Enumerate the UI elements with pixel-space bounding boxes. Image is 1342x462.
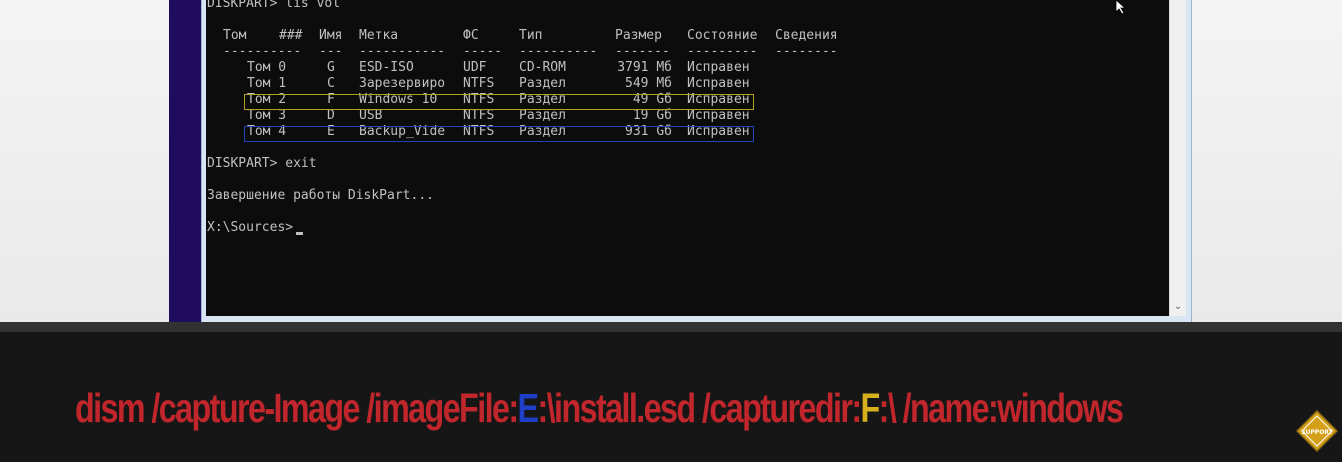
volume-tom: Том 0 xyxy=(247,60,287,75)
volume-tom: Том 3 xyxy=(247,108,287,123)
desktop-background-left xyxy=(0,0,170,322)
header-tom: Том xyxy=(223,28,247,43)
header-status: Состояние xyxy=(687,28,758,43)
command-part-3: :\ /name:windows xyxy=(878,385,1124,431)
separator-label: ----------- xyxy=(359,44,446,59)
volume-fs: NTFS xyxy=(463,108,495,123)
volume-tom: Том 1 xyxy=(247,76,287,91)
highlight-box-blue xyxy=(244,126,754,142)
drive-letter-f: F xyxy=(860,385,881,431)
separator-type: ---------- xyxy=(519,44,598,59)
volume-label: Зарезервиро xyxy=(359,76,446,91)
console-scrollbar[interactable]: ⌄ xyxy=(1169,0,1186,316)
separator-name: --- xyxy=(319,44,343,59)
dism-command-caption: dism /capture-Image /imageFile:E:\instal… xyxy=(75,378,1124,438)
setup-window-strip xyxy=(169,0,201,322)
mouse-pointer-icon xyxy=(1115,0,1127,14)
volume-letter: D xyxy=(327,108,335,123)
final-prompt: X:\Sources> xyxy=(207,220,294,235)
header-num: ### xyxy=(279,28,303,43)
volume-label: USB xyxy=(359,108,383,123)
header-label: Метка xyxy=(359,28,399,43)
volume-fs: UDF xyxy=(463,60,487,75)
separator-fs: ----- xyxy=(463,44,503,59)
separator-info: -------- xyxy=(775,44,838,59)
prompt-lis-vol: DISKPART> lis vol xyxy=(207,0,341,11)
volume-size: 3791 Мб xyxy=(617,60,672,75)
chevron-down-icon[interactable]: ⌄ xyxy=(1170,300,1186,314)
command-prompt-console[interactable]: DISKPART> lis vol Том ### Имя Метка ФС Т… xyxy=(206,0,1169,316)
header-size: Размер xyxy=(615,28,662,43)
volume-type: Раздел xyxy=(519,76,566,91)
volume-size: 19 Gб xyxy=(632,108,672,123)
text-cursor xyxy=(296,232,303,235)
command-part-1: dism /capture-Image /imageFile: xyxy=(75,385,519,431)
drive-letter-e: E xyxy=(517,385,540,431)
desktop-background-right xyxy=(1192,0,1342,322)
volume-fs: NTFS xyxy=(463,76,495,91)
prompt-exit: DISKPART> exit xyxy=(207,156,317,171)
command-part-2: :\install.esd /capturedir: xyxy=(537,385,862,431)
logo-text: SUPPORT xyxy=(1301,429,1333,436)
exit-message: Завершение работы DiskPart... xyxy=(207,188,434,203)
caption-banner-edge xyxy=(0,322,1342,332)
header-fs: ФС xyxy=(463,28,479,43)
highlight-box-yellow xyxy=(244,94,754,110)
volume-status: Исправен xyxy=(687,60,750,75)
header-type: Тип xyxy=(519,28,543,43)
volume-type: Раздел xyxy=(519,108,566,123)
separator-status: --------- xyxy=(687,44,758,59)
volume-letter: C xyxy=(327,76,335,91)
separator-size: ------- xyxy=(615,44,670,59)
support-badge-icon[interactable]: SUPPORT xyxy=(1296,410,1338,452)
volume-size: 549 Мб xyxy=(625,76,672,91)
separator-tom: ---------- xyxy=(223,44,302,59)
volume-type: CD-ROM xyxy=(519,60,566,75)
volume-status: Исправен xyxy=(687,76,750,91)
volume-letter: G xyxy=(327,60,335,75)
volume-status: Исправен xyxy=(687,108,750,123)
header-info: Сведения xyxy=(775,28,838,43)
volume-label: ESD-ISO xyxy=(359,60,414,75)
header-name: Имя xyxy=(319,28,343,43)
